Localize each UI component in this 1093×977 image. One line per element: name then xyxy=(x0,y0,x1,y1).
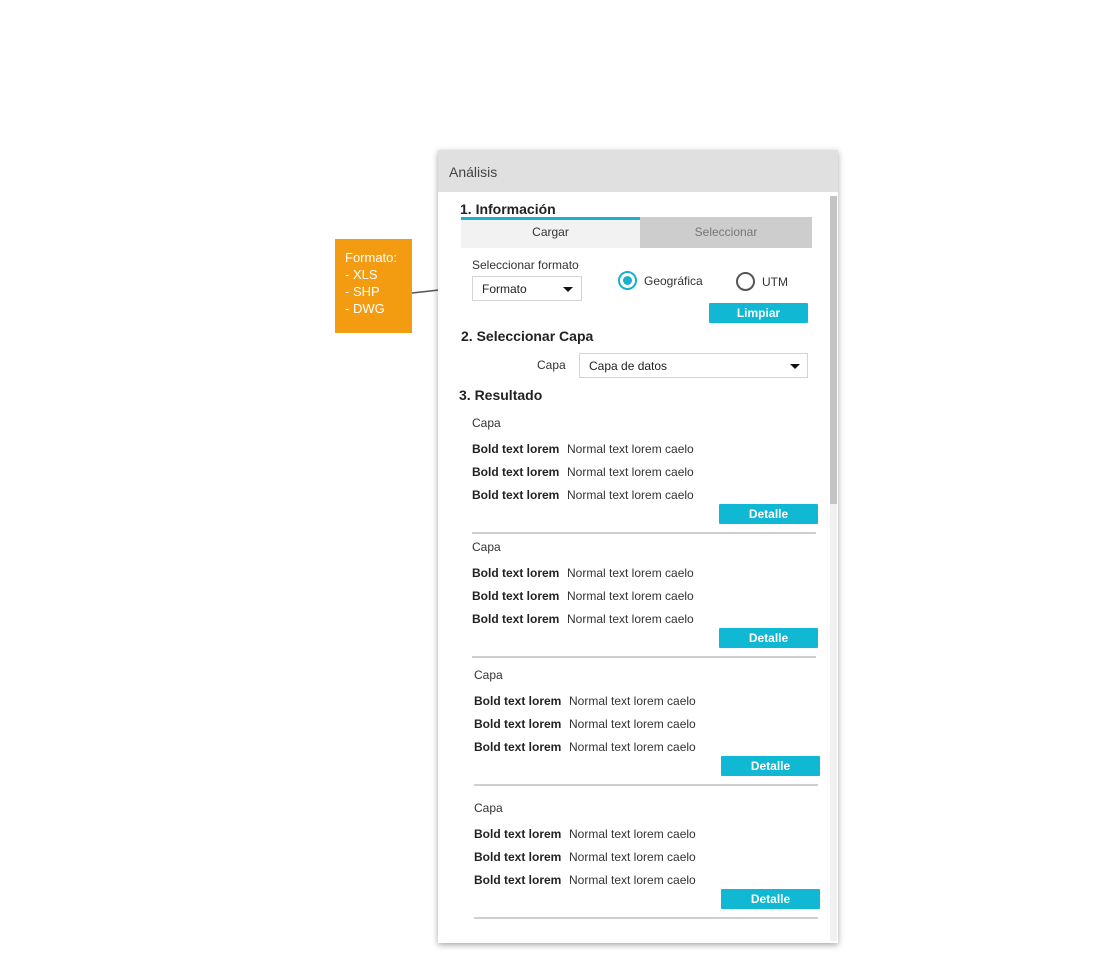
result-card-title: Capa xyxy=(474,801,503,815)
radio-geografica[interactable] xyxy=(618,271,637,290)
detail-button[interactable]: Detalle xyxy=(721,756,820,776)
row-bold-text: Bold text lorem xyxy=(474,850,562,864)
card-divider xyxy=(472,656,816,658)
result-card: Capa Bold text lorem Normal text lorem c… xyxy=(474,801,820,933)
note-line: - DWG xyxy=(345,301,385,316)
radio-utm[interactable] xyxy=(736,272,755,291)
tab-seleccionar[interactable]: Seleccionar xyxy=(640,217,812,248)
row-bold-text: Bold text lorem xyxy=(474,740,562,754)
note-line: - XLS xyxy=(345,267,378,282)
result-card: Capa Bold text lorem Normal text lorem c… xyxy=(472,540,818,672)
section-resultado-title: 3. Resultado xyxy=(459,387,543,403)
row-bold-text: Bold text lorem xyxy=(472,589,560,603)
card-divider xyxy=(472,532,816,534)
row-normal-text: Normal text lorem caelo xyxy=(567,612,694,626)
detail-button[interactable]: Detalle xyxy=(719,504,818,524)
row-bold-text: Bold text lorem xyxy=(474,827,562,841)
radio-geografica-label: Geográfica xyxy=(644,274,703,288)
note-line: - SHP xyxy=(345,284,380,299)
row-normal-text: Normal text lorem caelo xyxy=(567,488,694,502)
format-select[interactable]: Formato xyxy=(472,276,582,301)
row-normal-text: Normal text lorem caelo xyxy=(569,740,696,754)
row-normal-text: Normal text lorem caelo xyxy=(569,873,696,887)
row-normal-text: Normal text lorem caelo xyxy=(567,465,694,479)
scrollbar-thumb[interactable] xyxy=(830,196,837,504)
row-bold-text: Bold text lorem xyxy=(474,717,562,731)
panel-header: Análisis xyxy=(438,150,838,192)
row-normal-text: Normal text lorem caelo xyxy=(569,694,696,708)
layer-label: Capa xyxy=(537,358,566,372)
row-bold-text: Bold text lorem xyxy=(472,488,560,502)
clear-button[interactable]: Limpiar xyxy=(709,303,808,323)
tab-cargar[interactable]: Cargar xyxy=(461,217,640,248)
section-informacion-title: 1. Información xyxy=(460,201,556,217)
row-bold-text: Bold text lorem xyxy=(474,873,562,887)
section-seleccionar-capa-title: 2. Seleccionar Capa xyxy=(461,328,594,344)
radio-utm-label: UTM xyxy=(762,275,788,289)
note-line: Formato: xyxy=(345,250,398,265)
row-normal-text: Normal text lorem caelo xyxy=(569,827,696,841)
row-normal-text: Normal text lorem caelo xyxy=(567,566,694,580)
format-select-value: Formato xyxy=(482,282,527,296)
row-bold-text: Bold text lorem xyxy=(472,566,560,580)
row-normal-text: Normal text lorem caelo xyxy=(567,589,694,603)
card-divider xyxy=(474,917,818,919)
tab-bar: Cargar Seleccionar xyxy=(461,217,812,248)
layer-select[interactable]: Capa de datos xyxy=(579,353,808,378)
detail-button[interactable]: Detalle xyxy=(719,628,818,648)
row-normal-text: Normal text lorem caelo xyxy=(569,850,696,864)
row-normal-text: Normal text lorem caelo xyxy=(567,442,694,456)
caret-down-icon xyxy=(563,287,573,292)
layer-select-value: Capa de datos xyxy=(589,359,668,373)
result-card: Capa Bold text lorem Normal text lorem c… xyxy=(472,416,818,548)
result-card-title: Capa xyxy=(472,416,501,430)
result-card: Capa Bold text lorem Normal text lorem c… xyxy=(474,668,820,800)
caret-down-icon xyxy=(790,364,800,369)
format-label: Seleccionar formato xyxy=(472,258,579,272)
row-normal-text: Normal text lorem caelo xyxy=(569,717,696,731)
analysis-panel: Análisis 1. Información Cargar Seleccion… xyxy=(438,150,838,943)
row-bold-text: Bold text lorem xyxy=(472,465,560,479)
card-divider xyxy=(474,784,818,786)
format-annotation-note: Formato: - XLS - SHP - DWG xyxy=(335,239,412,333)
row-bold-text: Bold text lorem xyxy=(472,442,560,456)
result-card-title: Capa xyxy=(474,668,503,682)
row-bold-text: Bold text lorem xyxy=(474,694,562,708)
panel-title: Análisis xyxy=(449,164,498,180)
result-card-title: Capa xyxy=(472,540,501,554)
detail-button[interactable]: Detalle xyxy=(721,889,820,909)
row-bold-text: Bold text lorem xyxy=(472,612,560,626)
